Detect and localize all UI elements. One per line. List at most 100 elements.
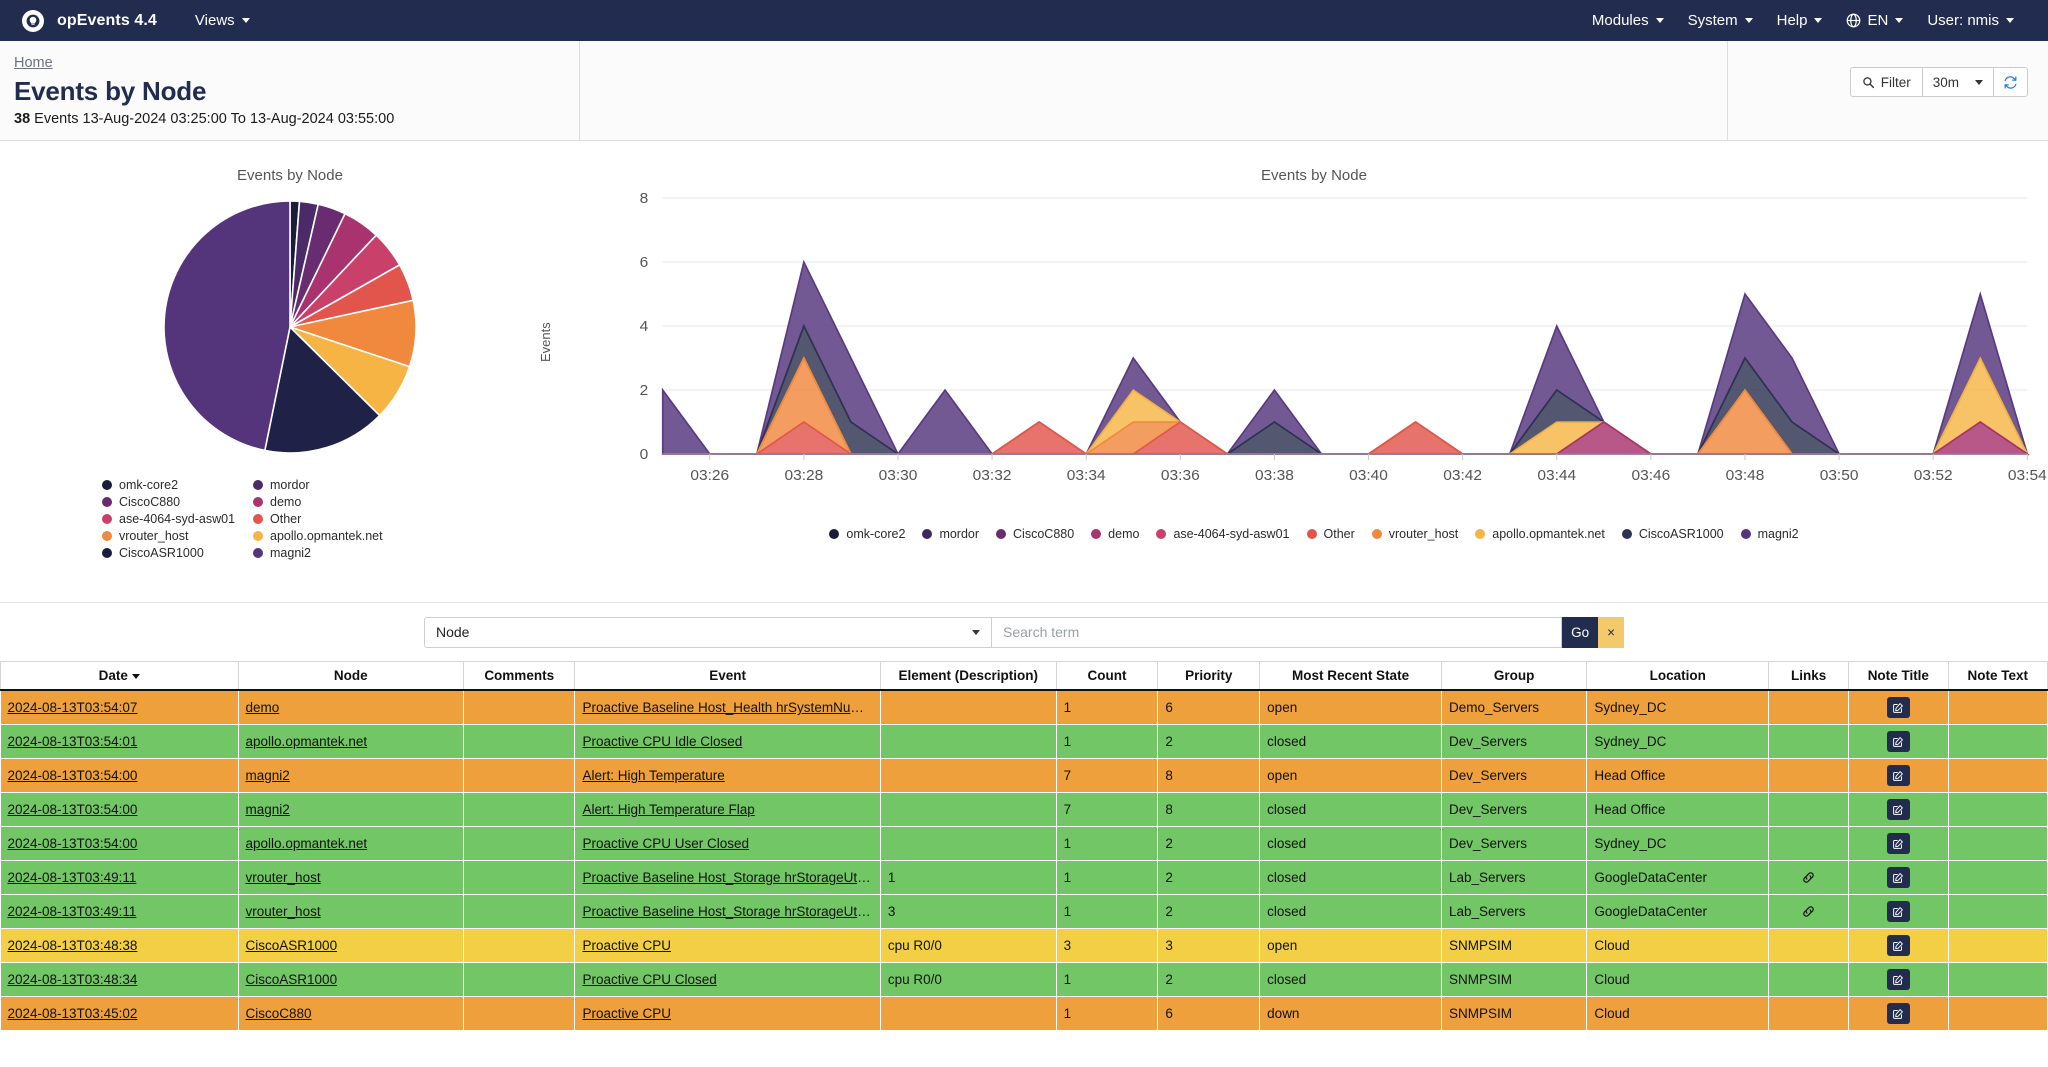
cell-date[interactable]: 2024-08-13T03:49:11 [0, 894, 239, 929]
pie-legend-item-vrouter_host[interactable]: vrouter_host [102, 529, 247, 543]
breadcrumb-home[interactable]: Home [14, 55, 53, 71]
cell-note-title[interactable] [1848, 826, 1949, 861]
area-legend-item-ase-4064-syd-asw01[interactable]: ase-4064-syd-asw01 [1156, 527, 1290, 541]
cell-event[interactable]: Proactive CPU Idle Closed [574, 724, 881, 759]
column-header-note-title[interactable]: Note Title [1848, 661, 1949, 691]
cell-node-link[interactable]: apollo.opmantek.net [246, 836, 368, 851]
area-legend-item-CiscoC880[interactable]: CiscoC880 [996, 527, 1074, 541]
cell-links[interactable] [1768, 894, 1850, 929]
cell-date[interactable]: 2024-08-13T03:54:00 [0, 826, 239, 861]
pie-legend-item-mordor[interactable]: mordor [253, 478, 490, 492]
area-legend-item-omk-core2[interactable]: omk-core2 [829, 527, 905, 541]
table-row[interactable]: 2024-08-13T03:48:38 CiscoASR1000 Proactive… [0, 928, 2048, 963]
area-chart-svg[interactable]: 0 2 4 6 8 03:26 03:28 03:30 03:32 03:34 03:36 03:38… [580, 184, 2048, 514]
cell-node-link[interactable]: CiscoC880 [246, 1006, 312, 1021]
cell-event-link[interactable]: Proactive CPU [582, 938, 671, 953]
cell-date-link[interactable]: 2024-08-13T03:54:00 [8, 836, 138, 851]
cell-node-link[interactable]: vrouter_host [246, 870, 321, 885]
cell-event[interactable]: Proactive CPU User Closed [574, 826, 881, 861]
cell-node-link[interactable]: demo [246, 700, 280, 715]
cell-date-link[interactable]: 2024-08-13T03:49:11 [8, 904, 137, 919]
link-icon[interactable] [1801, 904, 1816, 919]
edit-note-button[interactable] [1886, 901, 1910, 922]
cell-date[interactable]: 2024-08-13T03:48:34 [0, 962, 239, 997]
pie-legend-item-ase-4064-syd-asw01[interactable]: ase-4064-syd-asw01 [102, 512, 247, 526]
cell-date[interactable]: 2024-08-13T03:54:00 [0, 792, 239, 827]
area-legend-item-CiscoASR1000[interactable]: CiscoASR1000 [1621, 527, 1724, 541]
nav-item-views[interactable]: Views [183, 12, 262, 29]
cell-node-link[interactable]: apollo.opmantek.net [246, 734, 368, 749]
pie-legend-item-apollo.opmantek.net[interactable]: apollo.opmantek.net [253, 529, 490, 543]
cell-date-link[interactable]: 2024-08-13T03:54:00 [8, 768, 138, 783]
refresh-button[interactable] [1994, 67, 2028, 97]
cell-node[interactable]: CiscoASR1000 [238, 962, 464, 997]
cell-note-title[interactable] [1848, 758, 1949, 793]
cell-node[interactable]: vrouter_host [238, 860, 464, 895]
table-row[interactable]: 2024-08-13T03:54:01 apollo.opmantek.net Pr… [0, 724, 2048, 759]
search-input[interactable]: Search term [992, 616, 1563, 648]
area-series-magni2[interactable] [661, 259, 2029, 456]
nav-item-language[interactable]: EN [1834, 12, 1915, 29]
column-header-comments[interactable]: Comments [463, 661, 576, 691]
cell-note-title[interactable] [1848, 690, 1949, 725]
cell-event-link[interactable]: Proactive CPU Idle Closed [582, 734, 742, 749]
table-row[interactable]: 2024-08-13T03:49:11 vrouter_host Proactive… [0, 894, 2048, 929]
cell-date[interactable]: 2024-08-13T03:54:07 [0, 690, 239, 725]
column-header-node[interactable]: Node [238, 661, 464, 691]
cell-date-link[interactable]: 2024-08-13T03:49:11 [8, 870, 137, 885]
cell-event[interactable]: Proactive Baseline Host_Health hrSystemN… [574, 690, 881, 725]
edit-note-button[interactable] [1886, 935, 1910, 956]
cell-note-title[interactable] [1848, 724, 1949, 759]
cell-date-link[interactable]: 2024-08-13T03:48:34 [8, 972, 138, 987]
cell-note-title[interactable] [1848, 928, 1949, 963]
cell-node-link[interactable]: vrouter_host [246, 904, 321, 919]
cell-event-link[interactable]: Alert: High Temperature Flap [582, 802, 754, 817]
edit-note-button[interactable] [1886, 799, 1910, 820]
column-header-element-description[interactable]: Element (Description) [880, 661, 1057, 691]
cell-event[interactable]: Proactive Baseline Host_Storage hrStorag… [574, 860, 881, 895]
table-row[interactable]: 2024-08-13T03:54:07 demo Proactive Baselin… [0, 690, 2048, 725]
cell-event[interactable]: Proactive CPU Closed [574, 962, 881, 997]
cell-date-link[interactable]: 2024-08-13T03:54:01 [8, 734, 138, 749]
cell-note-title[interactable] [1848, 792, 1949, 827]
cell-node-link[interactable]: CiscoASR1000 [246, 938, 338, 953]
pie-legend-item-CiscoC880[interactable]: CiscoC880 [102, 495, 247, 509]
cell-event[interactable]: Alert: High Temperature [574, 758, 881, 793]
cell-date[interactable]: 2024-08-13T03:45:02 [0, 996, 239, 1031]
column-header-location[interactable]: Location [1586, 661, 1770, 691]
column-header-note-text[interactable]: Note Text [1948, 661, 2048, 691]
pie-legend-item-Other[interactable]: Other [253, 512, 490, 526]
cell-node[interactable]: CiscoASR1000 [238, 928, 464, 963]
cell-event-link[interactable]: Proactive Baseline Host_Health hrSystemN… [582, 700, 879, 715]
column-header-count[interactable]: Count [1056, 661, 1159, 691]
edit-note-button[interactable] [1886, 867, 1910, 888]
cell-event-link[interactable]: Proactive Baseline Host_Storage hrStorag… [582, 904, 879, 919]
area-legend-item-magni2[interactable]: magni2 [1740, 527, 1799, 541]
table-row[interactable]: 2024-08-13T03:49:11 vrouter_host Proactive… [0, 860, 2048, 895]
cell-event[interactable]: Proactive Baseline Host_Storage hrStorag… [574, 894, 881, 929]
cell-event[interactable]: Proactive CPU [574, 996, 881, 1031]
cell-date-link[interactable]: 2024-08-13T03:48:38 [8, 938, 138, 953]
table-row[interactable]: 2024-08-13T03:45:02 CiscoC880 Proactive CP… [0, 996, 2048, 1031]
table-row[interactable]: 2024-08-13T03:54:00 magni2 Alert: High Tem… [0, 758, 2048, 793]
column-header-links[interactable]: Links [1768, 661, 1850, 691]
pie-slice-magni2[interactable] [163, 200, 291, 452]
cell-note-title[interactable] [1848, 894, 1949, 929]
cell-date-link[interactable]: 2024-08-13T03:45:02 [8, 1006, 138, 1021]
column-header-date[interactable]: Date [0, 661, 239, 691]
filter-button[interactable]: Filter [1849, 67, 1923, 97]
pie-chart-svg[interactable] [161, 198, 419, 456]
column-header-most-recent-state[interactable]: Most Recent State [1259, 661, 1442, 691]
search-clear-button[interactable]: × [1598, 616, 1624, 648]
time-range-select[interactable]: 30m [1922, 67, 1994, 97]
column-header-event[interactable]: Event [574, 661, 881, 691]
cell-node-link[interactable]: CiscoASR1000 [246, 972, 338, 987]
cell-note-title[interactable] [1848, 962, 1949, 997]
cell-date-link[interactable]: 2024-08-13T03:54:07 [8, 700, 138, 715]
area-legend-item-vrouter_host[interactable]: vrouter_host [1371, 527, 1458, 541]
cell-event-link[interactable]: Alert: High Temperature [582, 768, 724, 783]
edit-note-button[interactable] [1886, 731, 1910, 752]
area-legend-item-apollo.opmantek.net[interactable]: apollo.opmantek.net [1475, 527, 1605, 541]
nav-item-user[interactable]: User: nmis [1915, 12, 2026, 29]
cell-node[interactable]: apollo.opmantek.net [238, 724, 464, 759]
